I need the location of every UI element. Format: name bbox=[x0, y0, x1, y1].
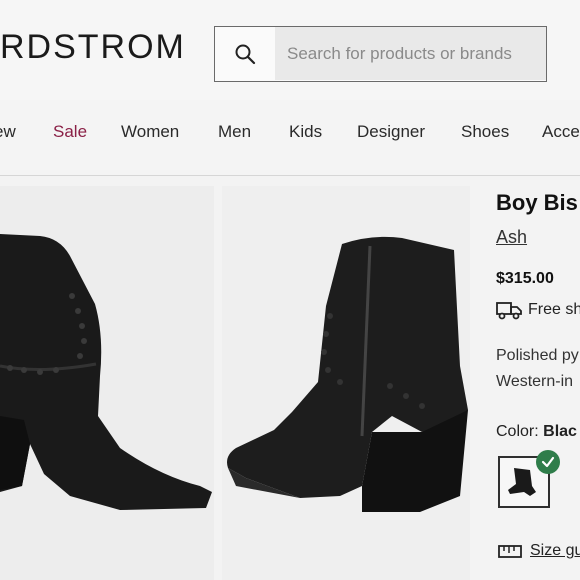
search-icon bbox=[235, 44, 256, 64]
shipping-info: Free sh bbox=[496, 300, 580, 320]
brand-link[interactable]: Ash bbox=[496, 227, 527, 248]
nav-item-women[interactable]: Women bbox=[121, 122, 179, 142]
search-input[interactable] bbox=[275, 27, 546, 80]
nav-item-shoes[interactable]: Shoes bbox=[461, 122, 509, 142]
description-line: Western-in bbox=[496, 373, 574, 390]
product-gallery bbox=[0, 186, 470, 580]
shipping-text: Free sh bbox=[528, 301, 580, 318]
nav-item-kids[interactable]: Kids bbox=[289, 122, 322, 142]
color-value: Blac bbox=[543, 423, 577, 440]
site-header: RDSTROM bbox=[0, 0, 580, 100]
search-bar[interactable] bbox=[214, 26, 547, 82]
product-details: Boy Bis Ash $315.00 Free sh Polished py … bbox=[496, 186, 580, 580]
search-button[interactable] bbox=[215, 27, 275, 80]
ruler-icon bbox=[498, 545, 522, 558]
nav-item-sale[interactable]: Sale bbox=[53, 122, 87, 142]
product-image-side[interactable] bbox=[222, 186, 470, 580]
size-guide-link[interactable]: Size gu bbox=[498, 542, 580, 560]
description-line: Polished py bbox=[496, 347, 579, 364]
product-price: $315.00 bbox=[496, 270, 554, 287]
site-logo[interactable]: RDSTROM bbox=[0, 28, 186, 67]
boot-zip-image bbox=[227, 236, 468, 512]
color-selector-label: Color: Blac bbox=[496, 423, 577, 441]
product-image-front[interactable] bbox=[0, 186, 214, 580]
nav-item-new[interactable]: ew bbox=[0, 122, 16, 142]
product-description: Polished py Western-in bbox=[496, 343, 579, 395]
main-nav: ew Sale Women Men Kids Designer Shoes Ac… bbox=[0, 100, 580, 176]
nav-item-accessories[interactable]: Acce bbox=[542, 122, 580, 142]
selected-check-icon bbox=[536, 450, 560, 474]
product-title: Boy Bis bbox=[496, 190, 578, 215]
boot-side-image bbox=[0, 234, 212, 510]
size-guide-text[interactable]: Size gu bbox=[530, 542, 580, 560]
nav-item-men[interactable]: Men bbox=[218, 122, 251, 142]
truck-icon bbox=[496, 302, 522, 320]
color-label: Color: bbox=[496, 423, 539, 440]
nav-item-designer[interactable]: Designer bbox=[357, 122, 425, 142]
